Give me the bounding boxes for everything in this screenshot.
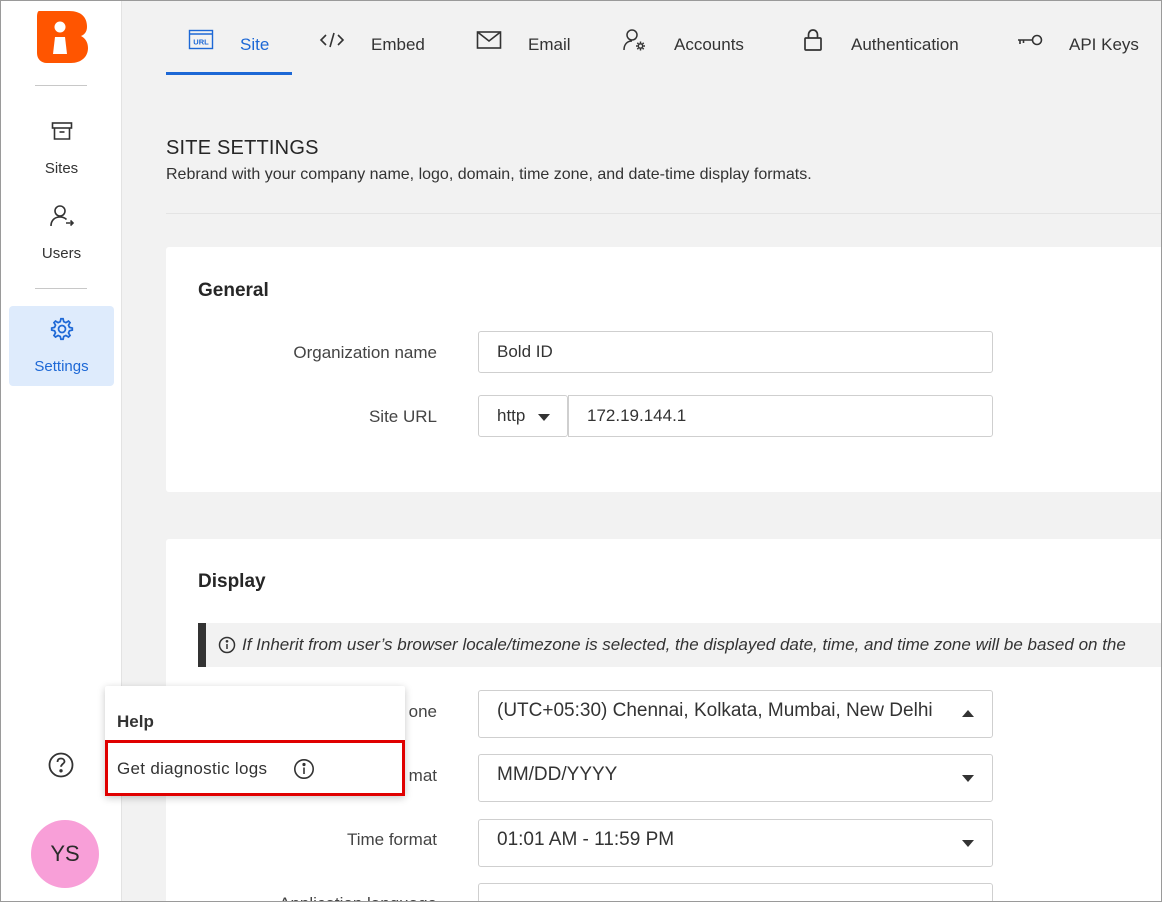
- site-url-input[interactable]: 172.19.144.1: [568, 395, 993, 437]
- info-text: If Inherit from user’s browser locale/ti…: [242, 635, 1126, 654]
- tab-label: Embed: [371, 35, 425, 54]
- active-tab-indicator: [166, 72, 292, 75]
- question-circle-icon[interactable]: [47, 751, 75, 779]
- help-popup-title: Help: [117, 712, 154, 731]
- general-title: General: [198, 280, 269, 301]
- tab-label: API Keys: [1069, 35, 1139, 54]
- display-title: Display: [198, 571, 266, 592]
- sidebar-item-users[interactable]: Users: [9, 193, 114, 273]
- tab-label: Email: [528, 35, 571, 54]
- users-icon: [9, 201, 114, 231]
- help-popup: Help Get diagnostic logs: [105, 686, 405, 796]
- tab-label: Authentication: [851, 35, 959, 54]
- protocol-select[interactable]: http: [478, 395, 568, 437]
- sidebar-divider: [35, 288, 87, 289]
- page-subtitle: Rebrand with your company name, logo, do…: [166, 166, 812, 183]
- date-format-value: MM/DD/YYYY: [497, 764, 618, 785]
- protocol-value: http: [497, 406, 526, 425]
- svg-text:URL: URL: [193, 38, 209, 47]
- header-divider: [166, 213, 1162, 214]
- user-gear-icon: [620, 28, 650, 52]
- sidebar-item-settings[interactable]: Settings: [9, 306, 114, 386]
- sidebar-item-sites[interactable]: Sites: [9, 108, 114, 188]
- info-icon: [218, 636, 236, 654]
- bold-logo[interactable]: [33, 7, 89, 63]
- sidebar-divider: [35, 85, 87, 86]
- avatar[interactable]: YS: [31, 820, 99, 888]
- tab-label: Site: [240, 35, 270, 54]
- general-card: General Organization name Bold ID Site U…: [166, 247, 1162, 492]
- tab-email[interactable]: Email: [474, 0, 584, 75]
- code-icon: [317, 28, 347, 52]
- get-diagnostic-logs-label: Get diagnostic logs: [117, 759, 268, 778]
- url-icon: URL: [186, 28, 216, 52]
- date-format-select[interactable]: MM/DD/YYYY: [478, 754, 993, 802]
- archive-box-icon: [9, 116, 114, 146]
- chevron-up-icon: [962, 710, 974, 717]
- lock-icon: [798, 28, 828, 52]
- timezone-value: (UTC+05:30) Chennai, Kolkata, Mumbai, Ne…: [497, 700, 933, 721]
- key-icon: [1015, 28, 1045, 52]
- date-format-label: mat: [408, 766, 437, 785]
- info-circle-icon[interactable]: [291, 756, 317, 782]
- tab-embed[interactable]: Embed: [317, 0, 437, 75]
- organization-name-label: Organization name: [293, 343, 437, 362]
- chevron-down-icon: [962, 840, 974, 847]
- sidebar-item-label: Settings: [34, 358, 89, 375]
- sidebar: Sites Users Settings YS: [0, 0, 122, 902]
- tab-site[interactable]: URL Site: [166, 0, 292, 75]
- time-format-value: 01:01 AM - 11:59 PM: [497, 829, 675, 850]
- application-language-label: Application language: [279, 894, 437, 902]
- time-format-select[interactable]: 01:01 AM - 11:59 PM: [478, 819, 993, 867]
- site-url-label: Site URL: [368, 407, 437, 426]
- settings-tabs: URL Site Embed Email Accounts Authentica…: [122, 0, 1162, 75]
- sidebar-item-label: Sites: [44, 160, 79, 177]
- organization-name-input[interactable]: Bold ID: [478, 331, 993, 373]
- tab-authentication[interactable]: Authentication: [798, 0, 988, 75]
- sidebar-item-label: Users: [41, 245, 82, 262]
- chevron-down-icon: [962, 775, 974, 782]
- tab-api-keys[interactable]: API Keys: [1015, 0, 1150, 75]
- envelope-icon: [474, 28, 504, 52]
- time-format-label: Time format: [346, 830, 437, 849]
- gear-icon: [9, 314, 114, 344]
- chevron-down-icon: [538, 414, 550, 421]
- get-diagnostic-logs-button[interactable]: Get diagnostic logs: [105, 740, 405, 796]
- application-language-select[interactable]: [478, 883, 993, 902]
- tab-accounts[interactable]: Accounts: [620, 0, 760, 75]
- timezone-label: one: [408, 702, 437, 721]
- page-title: SITE SETTINGS: [166, 137, 319, 159]
- tab-label: Accounts: [674, 35, 744, 54]
- timezone-info-banner: If Inherit from user’s browser locale/ti…: [198, 623, 1162, 667]
- timezone-select[interactable]: (UTC+05:30) Chennai, Kolkata, Mumbai, Ne…: [478, 690, 993, 738]
